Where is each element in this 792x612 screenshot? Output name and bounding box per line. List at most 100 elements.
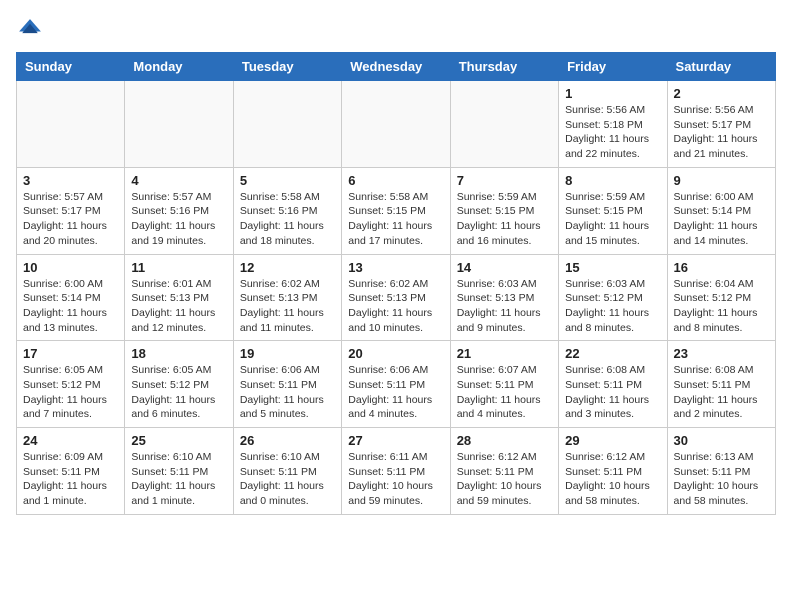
calendar-cell bbox=[125, 81, 233, 168]
calendar-cell bbox=[342, 81, 450, 168]
day-info: Sunrise: 5:56 AM Sunset: 5:18 PM Dayligh… bbox=[565, 103, 660, 162]
day-number: 25 bbox=[131, 433, 226, 448]
day-info: Sunrise: 6:11 AM Sunset: 5:11 PM Dayligh… bbox=[348, 450, 443, 509]
calendar-cell bbox=[233, 81, 341, 168]
day-number: 20 bbox=[348, 346, 443, 361]
day-info: Sunrise: 6:05 AM Sunset: 5:12 PM Dayligh… bbox=[23, 363, 118, 422]
day-number: 18 bbox=[131, 346, 226, 361]
calendar-week-row: 24 Sunrise: 6:09 AM Sunset: 5:11 PM Dayli… bbox=[17, 428, 776, 515]
day-info: Sunrise: 5:58 AM Sunset: 5:16 PM Dayligh… bbox=[240, 190, 335, 249]
day-info: Sunrise: 5:59 AM Sunset: 5:15 PM Dayligh… bbox=[457, 190, 552, 249]
calendar-cell: 19 Sunrise: 6:06 AM Sunset: 5:11 PM Dayli… bbox=[233, 341, 341, 428]
calendar-cell: 11Sunrise: 6:01 AM Sunset: 5:13 PM Dayli… bbox=[125, 254, 233, 341]
day-info: Sunrise: 5:57 AM Sunset: 5:16 PM Dayligh… bbox=[131, 190, 226, 249]
calendar-cell: 10 Sunrise: 6:00 AM Sunset: 5:14 PM Dayli… bbox=[17, 254, 125, 341]
day-number: 14 bbox=[457, 260, 552, 275]
day-info: Sunrise: 6:10 AM Sunset: 5:11 PM Dayligh… bbox=[240, 450, 335, 509]
day-info: Sunrise: 6:06 AM Sunset: 5:11 PM Dayligh… bbox=[240, 363, 335, 422]
day-number: 12 bbox=[240, 260, 335, 275]
day-number: 11 bbox=[131, 260, 226, 275]
day-number: 3 bbox=[23, 173, 118, 188]
calendar-cell: 3 Sunrise: 5:57 AM Sunset: 5:17 PM Daylig… bbox=[17, 167, 125, 254]
weekday-header-monday: Monday bbox=[125, 53, 233, 81]
day-info: Sunrise: 6:02 AM Sunset: 5:13 PM Dayligh… bbox=[240, 277, 335, 336]
day-number: 5 bbox=[240, 173, 335, 188]
day-info: Sunrise: 5:58 AM Sunset: 5:15 PM Dayligh… bbox=[348, 190, 443, 249]
day-info: Sunrise: 6:06 AM Sunset: 5:11 PM Dayligh… bbox=[348, 363, 443, 422]
weekday-header-friday: Friday bbox=[559, 53, 667, 81]
calendar-cell: 20 Sunrise: 6:06 AM Sunset: 5:11 PM Dayli… bbox=[342, 341, 450, 428]
calendar-cell bbox=[450, 81, 558, 168]
day-info: Sunrise: 6:10 AM Sunset: 5:11 PM Dayligh… bbox=[131, 450, 226, 509]
calendar-cell: 18 Sunrise: 6:05 AM Sunset: 5:12 PM Dayli… bbox=[125, 341, 233, 428]
day-number: 27 bbox=[348, 433, 443, 448]
calendar-week-row: 1Sunrise: 5:56 AM Sunset: 5:18 PM Daylig… bbox=[17, 81, 776, 168]
day-info: Sunrise: 6:03 AM Sunset: 5:13 PM Dayligh… bbox=[457, 277, 552, 336]
calendar-week-row: 10 Sunrise: 6:00 AM Sunset: 5:14 PM Dayli… bbox=[17, 254, 776, 341]
calendar-cell: 12 Sunrise: 6:02 AM Sunset: 5:13 PM Dayli… bbox=[233, 254, 341, 341]
calendar-cell: 6 Sunrise: 5:58 AM Sunset: 5:15 PM Daylig… bbox=[342, 167, 450, 254]
calendar-cell: 8 Sunrise: 5:59 AM Sunset: 5:15 PM Daylig… bbox=[559, 167, 667, 254]
calendar-cell: 5 Sunrise: 5:58 AM Sunset: 5:16 PM Daylig… bbox=[233, 167, 341, 254]
calendar-cell: 26 Sunrise: 6:10 AM Sunset: 5:11 PM Dayli… bbox=[233, 428, 341, 515]
day-info: Sunrise: 5:56 AM Sunset: 5:17 PM Dayligh… bbox=[674, 103, 769, 162]
calendar-cell: 21 Sunrise: 6:07 AM Sunset: 5:11 PM Dayli… bbox=[450, 341, 558, 428]
day-number: 24 bbox=[23, 433, 118, 448]
day-number: 4 bbox=[131, 173, 226, 188]
day-info: Sunrise: 6:09 AM Sunset: 5:11 PM Dayligh… bbox=[23, 450, 118, 509]
calendar-header-row: SundayMondayTuesdayWednesdayThursdayFrid… bbox=[17, 53, 776, 81]
day-info: Sunrise: 6:05 AM Sunset: 5:12 PM Dayligh… bbox=[131, 363, 226, 422]
day-number: 30 bbox=[674, 433, 769, 448]
day-info: Sunrise: 5:57 AM Sunset: 5:17 PM Dayligh… bbox=[23, 190, 118, 249]
day-number: 13 bbox=[348, 260, 443, 275]
day-info: Sunrise: 6:02 AM Sunset: 5:13 PM Dayligh… bbox=[348, 277, 443, 336]
calendar-cell: 27 Sunrise: 6:11 AM Sunset: 5:11 PM Dayli… bbox=[342, 428, 450, 515]
calendar-cell: 17Sunrise: 6:05 AM Sunset: 5:12 PM Dayli… bbox=[17, 341, 125, 428]
calendar-cell: 13 Sunrise: 6:02 AM Sunset: 5:13 PM Dayli… bbox=[342, 254, 450, 341]
day-info: Sunrise: 6:12 AM Sunset: 5:11 PM Dayligh… bbox=[565, 450, 660, 509]
calendar-cell: 23Sunrise: 6:08 AM Sunset: 5:11 PM Dayli… bbox=[667, 341, 775, 428]
weekday-header-tuesday: Tuesday bbox=[233, 53, 341, 81]
day-number: 9 bbox=[674, 173, 769, 188]
calendar-cell: 30 Sunrise: 6:13 AM Sunset: 5:11 PM Dayli… bbox=[667, 428, 775, 515]
logo bbox=[16, 16, 48, 44]
calendar-table: SundayMondayTuesdayWednesdayThursdayFrid… bbox=[16, 52, 776, 515]
day-number: 19 bbox=[240, 346, 335, 361]
logo-icon bbox=[16, 16, 44, 44]
calendar-cell: 9 Sunrise: 6:00 AM Sunset: 5:14 PM Daylig… bbox=[667, 167, 775, 254]
calendar-cell: 4 Sunrise: 5:57 AM Sunset: 5:16 PM Daylig… bbox=[125, 167, 233, 254]
day-info: Sunrise: 6:13 AM Sunset: 5:11 PM Dayligh… bbox=[674, 450, 769, 509]
day-info: Sunrise: 6:03 AM Sunset: 5:12 PM Dayligh… bbox=[565, 277, 660, 336]
calendar-cell: 7 Sunrise: 5:59 AM Sunset: 5:15 PM Daylig… bbox=[450, 167, 558, 254]
day-info: Sunrise: 6:00 AM Sunset: 5:14 PM Dayligh… bbox=[674, 190, 769, 249]
calendar-cell: 1Sunrise: 5:56 AM Sunset: 5:18 PM Daylig… bbox=[559, 81, 667, 168]
calendar-cell: 2 Sunrise: 5:56 AM Sunset: 5:17 PM Daylig… bbox=[667, 81, 775, 168]
day-info: Sunrise: 6:04 AM Sunset: 5:12 PM Dayligh… bbox=[674, 277, 769, 336]
day-number: 10 bbox=[23, 260, 118, 275]
day-number: 21 bbox=[457, 346, 552, 361]
day-info: Sunrise: 6:00 AM Sunset: 5:14 PM Dayligh… bbox=[23, 277, 118, 336]
calendar-cell: 15Sunrise: 6:03 AM Sunset: 5:12 PM Dayli… bbox=[559, 254, 667, 341]
day-number: 7 bbox=[457, 173, 552, 188]
day-number: 22 bbox=[565, 346, 660, 361]
day-number: 6 bbox=[348, 173, 443, 188]
day-number: 26 bbox=[240, 433, 335, 448]
weekday-header-thursday: Thursday bbox=[450, 53, 558, 81]
day-number: 16 bbox=[674, 260, 769, 275]
calendar-cell: 22 Sunrise: 6:08 AM Sunset: 5:11 PM Dayli… bbox=[559, 341, 667, 428]
day-number: 23 bbox=[674, 346, 769, 361]
day-info: Sunrise: 6:07 AM Sunset: 5:11 PM Dayligh… bbox=[457, 363, 552, 422]
day-info: Sunrise: 5:59 AM Sunset: 5:15 PM Dayligh… bbox=[565, 190, 660, 249]
weekday-header-saturday: Saturday bbox=[667, 53, 775, 81]
day-number: 8 bbox=[565, 173, 660, 188]
calendar-week-row: 3 Sunrise: 5:57 AM Sunset: 5:17 PM Daylig… bbox=[17, 167, 776, 254]
calendar-week-row: 17Sunrise: 6:05 AM Sunset: 5:12 PM Dayli… bbox=[17, 341, 776, 428]
day-number: 2 bbox=[674, 86, 769, 101]
day-info: Sunrise: 6:08 AM Sunset: 5:11 PM Dayligh… bbox=[565, 363, 660, 422]
day-number: 29 bbox=[565, 433, 660, 448]
calendar-cell: 16 Sunrise: 6:04 AM Sunset: 5:12 PM Dayli… bbox=[667, 254, 775, 341]
page-header bbox=[16, 16, 776, 44]
calendar-cell: 28Sunrise: 6:12 AM Sunset: 5:11 PM Dayli… bbox=[450, 428, 558, 515]
weekday-header-sunday: Sunday bbox=[17, 53, 125, 81]
calendar-cell: 24 Sunrise: 6:09 AM Sunset: 5:11 PM Dayli… bbox=[17, 428, 125, 515]
